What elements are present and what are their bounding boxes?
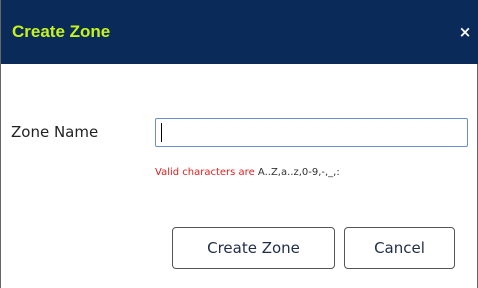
create-zone-dialog: Create Zone × Zone Name Valid characters… <box>0 0 478 288</box>
dialog-titlebar: Create Zone × <box>1 0 478 64</box>
cancel-button[interactable]: Cancel <box>344 227 455 269</box>
dialog-title: Create Zone <box>12 22 111 41</box>
valid-characters-hint: Valid characters are A..Z,a..z,0-9,-,_,: <box>155 166 340 180</box>
close-icon[interactable]: × <box>457 23 473 41</box>
hint-prefix: Valid characters are <box>155 167 255 178</box>
text-caret <box>161 123 162 142</box>
zone-name-input[interactable] <box>155 118 468 147</box>
create-zone-button[interactable]: Create Zone <box>172 227 335 269</box>
hint-characters: A..Z,a..z,0-9,-,_,: <box>257 167 340 178</box>
zone-name-label: Zone Name <box>11 123 99 141</box>
